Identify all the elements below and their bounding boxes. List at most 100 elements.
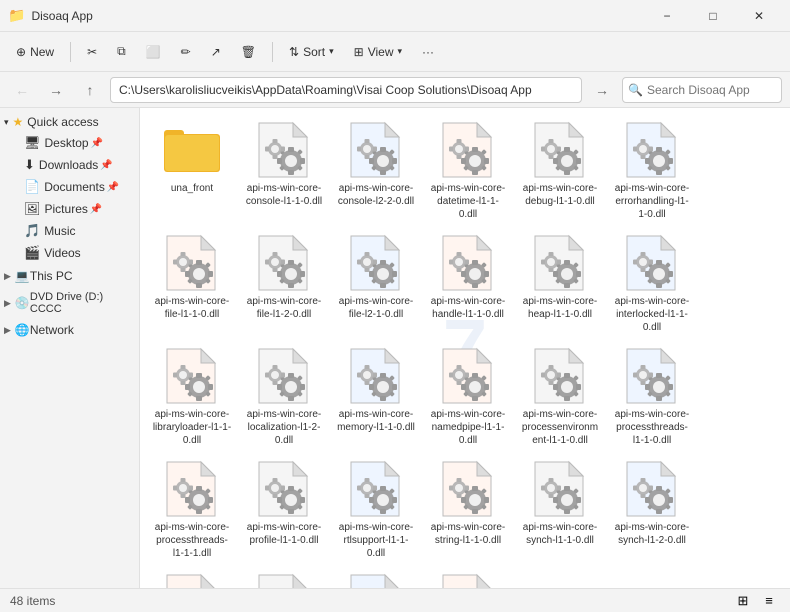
list-item[interactable]: api-ms-win-core-heap-l1-1-0.dll [516, 229, 604, 338]
sidebar-item-downloads[interactable]: ⬇ Downloads 📌 [0, 154, 139, 176]
list-item[interactable]: api-ms-win-core-file-l2-1-0.dll [332, 229, 420, 338]
list-item[interactable]: api-ms-win-core-processenvironment-l1-1-… [516, 342, 604, 451]
up-button[interactable]: ↑ [76, 76, 104, 104]
dll-icon [254, 233, 314, 293]
file-name: api-ms-win-core-file-l2-1-0.dll [336, 295, 416, 321]
list-item[interactable]: api-ms-win-core-processthreads-l1-1-1.dl… [148, 455, 236, 564]
dll-icon [162, 459, 222, 519]
list-item[interactable]: api-ms-win-core-console-l2-2-0.dll [332, 116, 420, 225]
more-button[interactable]: ··· [414, 37, 442, 67]
dll-icon [346, 459, 406, 519]
list-item[interactable]: api-ms-win-core-console-l1-1-0.dll [240, 116, 328, 225]
grid-view-button[interactable]: ⊞ [732, 591, 754, 611]
close-button[interactable]: ✕ [736, 0, 782, 32]
back-button[interactable]: ← [8, 76, 36, 104]
thispc-icon: 💻 [15, 269, 30, 283]
list-view-button[interactable]: ≡ [758, 591, 780, 611]
dll-svg [625, 347, 679, 405]
forward-button[interactable]: → [42, 76, 70, 104]
file-name: api-ms-win-core-console-l2-2-0.dll [336, 182, 416, 208]
delete-icon: 🗑 [241, 45, 256, 59]
dll-icon [530, 120, 590, 180]
list-item[interactable]: api-ms-win-core-libraryloader-l1-1-0.dll [148, 342, 236, 451]
sidebar-item-documents[interactable]: 📄 Documents 📌 [0, 176, 139, 198]
network-header[interactable]: ▶ 🌐 Network [0, 320, 139, 340]
search-input[interactable] [622, 77, 782, 103]
dll-icon [346, 572, 406, 588]
dll-svg [349, 121, 403, 179]
list-item[interactable]: api-ms-win-core-file-l1-1-0.dll [148, 229, 236, 338]
sidebar-item-videos[interactable]: 🎬 Videos [0, 242, 139, 264]
file-name: api-ms-win-core-profile-l1-1-0.dll [244, 521, 324, 547]
list-item[interactable]: api-ms-win-core-localization-l1-2-0.dll [240, 342, 328, 451]
list-item[interactable]: api-ms-win-core-handle-l1-1-0.dll [424, 229, 512, 338]
share-button[interactable]: ↗ [203, 37, 229, 67]
paste-button[interactable]: ⬜ [138, 37, 169, 67]
rename-button[interactable]: ✏ [173, 37, 199, 67]
file-name: una_front [171, 182, 213, 195]
cut-button[interactable]: ✂ [79, 37, 105, 67]
list-item[interactable]: api-ms-win-core-synch-l1-2-0.dll [608, 455, 696, 564]
dll-svg [165, 460, 219, 518]
file-name: api-ms-win-core-handle-l1-1-0.dll [428, 295, 508, 321]
file-name: api-ms-win-core-errorhandling-l1-1-0.dll [612, 182, 692, 221]
list-item[interactable]: api-ms-win-core-util-l1-1-0.dll [332, 568, 420, 588]
thispc-header[interactable]: ▶ 💻 This PC [0, 266, 139, 286]
list-item[interactable]: api-ms-win-core-timezone-l1-1-0.dll [240, 568, 328, 588]
desktop-icon: 🖥 [24, 135, 41, 151]
list-item[interactable]: api-ms-win-core-file-l1-2-0.dll [240, 229, 328, 338]
quick-access-header[interactable]: ▾ ★ Quick access [0, 112, 139, 132]
list-item[interactable]: api-ms-win-core-processthreads-l1-1-0.dl… [608, 342, 696, 451]
list-item[interactable]: api-ms-win-crt-conio-l1-1-0.dll [424, 568, 512, 588]
list-item[interactable]: api-ms-win-core-sysinfo-l1-1-0.dll [148, 568, 236, 588]
dll-svg [533, 347, 587, 405]
list-item[interactable]: api-ms-win-core-synch-l1-1-0.dll [516, 455, 604, 564]
view-button[interactable]: ⊞ View ▾ [346, 37, 410, 67]
title-bar-title: Disoaq App [31, 9, 644, 23]
new-button[interactable]: ⊕ New [8, 37, 62, 67]
dll-icon [346, 120, 406, 180]
dll-icon [346, 233, 406, 293]
dll-icon [622, 346, 682, 406]
dll-icon [438, 120, 498, 180]
list-item[interactable]: api-ms-win-core-datetime-l1-1-0.dll [424, 116, 512, 225]
address-input[interactable] [110, 77, 582, 103]
sidebar-item-desktop[interactable]: 🖥 Desktop 📌 [0, 132, 139, 154]
list-item[interactable]: api-ms-win-core-namedpipe-l1-1-0.dll [424, 342, 512, 451]
dll-icon [622, 459, 682, 519]
list-item[interactable]: api-ms-win-core-profile-l1-1-0.dll [240, 455, 328, 564]
search-icon: 🔍 [628, 83, 643, 97]
dll-icon [254, 459, 314, 519]
file-name: api-ms-win-core-processthreads-l1-1-1.dl… [152, 521, 232, 560]
list-item[interactable]: api-ms-win-core-errorhandling-l1-1-0.dll [608, 116, 696, 225]
file-name: api-ms-win-core-rtlsupport-l1-1-0.dll [336, 521, 416, 560]
list-item[interactable]: api-ms-win-core-memory-l1-1-0.dll [332, 342, 420, 451]
thispc-chevron: ▶ [4, 271, 11, 282]
list-item[interactable]: api-ms-win-core-rtlsupport-l1-1-0.dll [332, 455, 420, 564]
minimize-button[interactable]: − [644, 0, 690, 32]
list-item[interactable]: una_front [148, 116, 236, 225]
delete-button[interactable]: 🗑 [233, 37, 264, 67]
dll-svg [625, 234, 679, 292]
music-icon: 🎵 [24, 223, 40, 239]
maximize-button[interactable]: □ [690, 0, 736, 32]
list-item[interactable]: api-ms-win-core-debug-l1-1-0.dll [516, 116, 604, 225]
status-bar: 48 items ⊞ ≡ [0, 588, 790, 612]
sort-button[interactable]: ⇅ Sort ▾ [281, 37, 342, 67]
search-wrapper: 🔍 [622, 77, 782, 103]
sidebar-item-pictures[interactable]: 🖼 Pictures 📌 [0, 198, 139, 220]
address-bar: ← → ↑ → 🔍 [0, 72, 790, 108]
share-icon: ↗ [211, 45, 221, 59]
dvd-icon: 💿 [15, 296, 30, 310]
sidebar-item-music[interactable]: 🎵 Music [0, 220, 139, 242]
view-icon: ⊞ [354, 45, 364, 59]
dll-svg [257, 234, 311, 292]
list-item[interactable]: api-ms-win-core-string-l1-1-0.dll [424, 455, 512, 564]
list-item[interactable]: api-ms-win-core-interlocked-l1-1-0.dll [608, 229, 696, 338]
dvd-header[interactable]: ▶ 💿 DVD Drive (D:) CCCC [0, 288, 139, 318]
go-button[interactable]: → [588, 76, 616, 104]
toolbar: ⊕ New ✂ ⧉ ⬜ ✏ ↗ 🗑 ⇅ Sort ▾ ⊞ View ▾ ··· [0, 32, 790, 72]
dll-svg [257, 460, 311, 518]
copy-button[interactable]: ⧉ [109, 37, 134, 67]
dll-svg [349, 573, 403, 588]
